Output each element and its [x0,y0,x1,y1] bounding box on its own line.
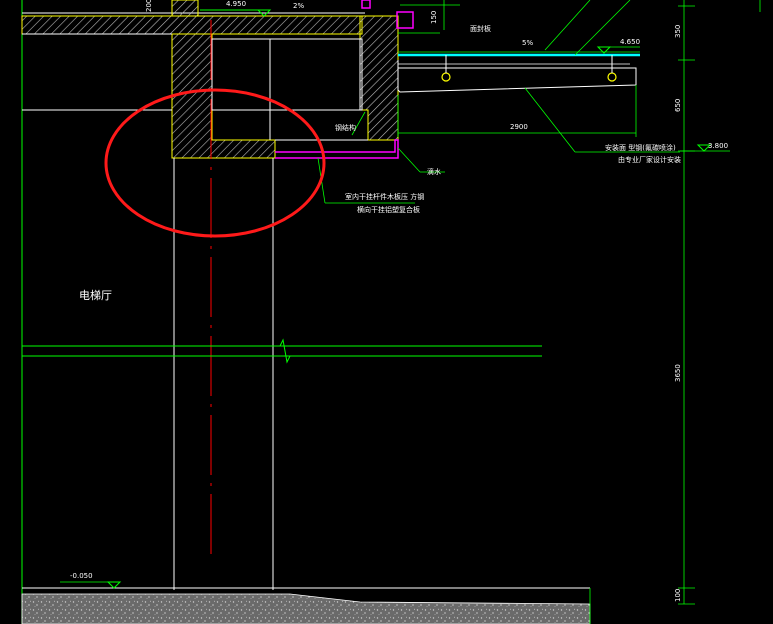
dim-small-150: 150 [430,10,438,24]
dim-canopy-width: 2900 [510,123,528,131]
bolt-right [607,72,617,82]
dim-slope-right: 5% [522,39,534,47]
magenta-box [396,11,414,29]
annot-top-panel: 面封板 [470,25,491,33]
right-wall-hatch [359,15,399,141]
highlight-circle [104,88,326,238]
elevation-top-mid: 4.950 [226,0,247,8]
dim-small-200: 200 [145,0,153,12]
annot-glass-roof: 安装面 型钢(氟碳喷涂) [605,144,676,152]
slab-hatch [21,15,363,35]
room-label: 电梯厅 [79,289,112,302]
annot-glass-roof-2: 由专业厂家设计安装 [618,156,681,164]
elevation-right-level: 3.800 [708,142,729,150]
elevation-canopy: 4.650 [620,38,641,46]
inner-room-outline [211,38,361,111]
leader-5 [397,147,421,173]
break-symbol [279,338,291,364]
dim-right-bottom: 100 [674,588,682,602]
column-upper-hatch [171,0,199,17]
canopy-frame [397,60,637,93]
dim-right-top: 350 [674,24,682,38]
magenta-trim [275,139,399,159]
annot-note-2: 横向干挂铝塑复合板 [357,206,420,214]
floor-level-triangle [106,581,122,589]
bolt-left [441,72,451,82]
cad-drawing-canvas [21,0,761,624]
leader-3 [524,87,576,153]
dim-right-main: 3650 [674,364,682,382]
magenta-small [361,0,371,9]
leader-1 [544,0,591,51]
inner-room-outline-2 [269,38,363,111]
dim-slope: 2% [293,2,305,10]
elevation-floor: -0.050 [70,572,93,580]
annot-drip-line: 滴水 [427,168,441,176]
annot-steel-panel: 钢结构 [335,124,356,132]
dim-right-mid: 650 [674,98,682,112]
annot-note-1: 室内干挂杆件木板压 方钢 [345,193,425,201]
floor-gravel [21,593,591,624]
